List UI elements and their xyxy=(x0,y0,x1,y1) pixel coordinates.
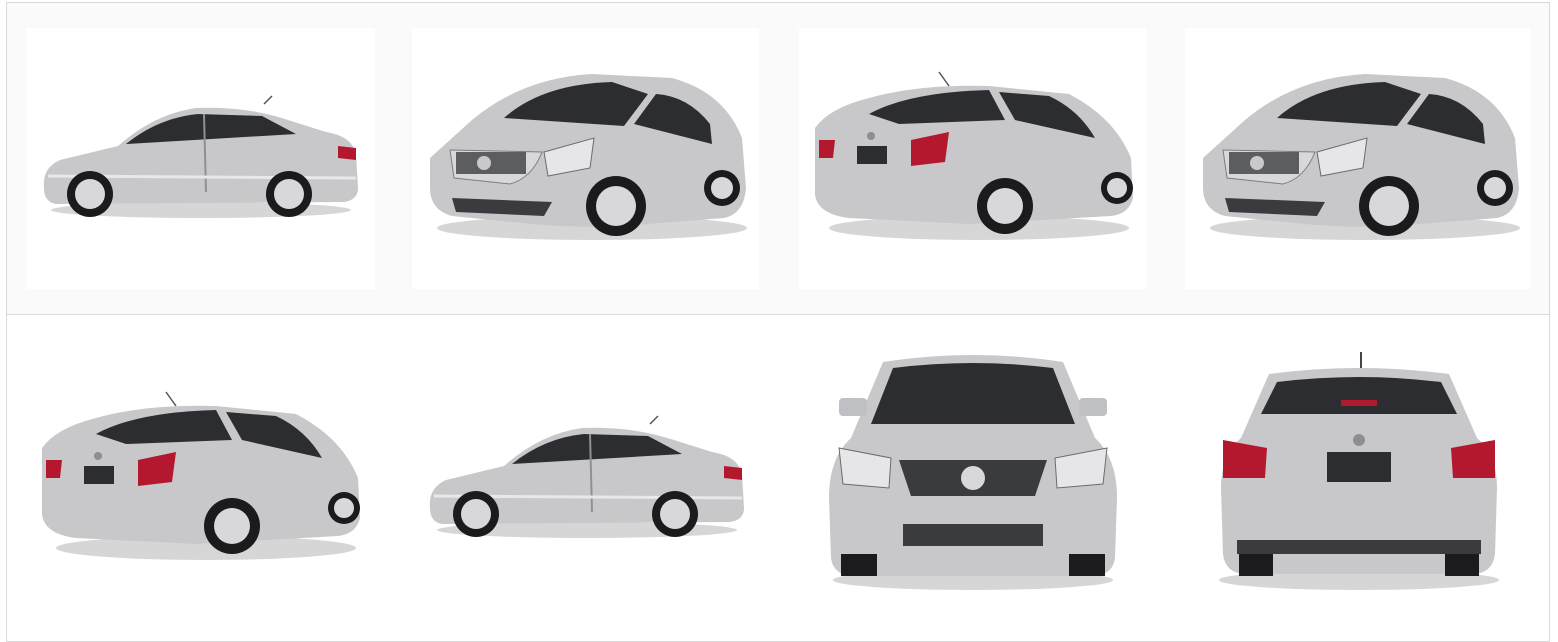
gallery-photo-8[interactable] xyxy=(1185,348,1530,598)
gallery-photo-1[interactable] xyxy=(26,28,375,289)
gallery-photo-2[interactable] xyxy=(412,28,759,289)
car-rear-angle-icon xyxy=(42,391,360,560)
gallery-photo-6[interactable] xyxy=(412,348,759,598)
gallery-photo-4[interactable] xyxy=(1185,28,1530,289)
gallery-photo-3[interactable] xyxy=(799,28,1146,289)
gallery-photo-7[interactable] xyxy=(799,348,1146,598)
car-side-icon xyxy=(429,415,744,538)
row-divider xyxy=(7,314,1549,315)
car-front-icon xyxy=(829,355,1117,590)
car-side-icon xyxy=(43,95,359,218)
photo-gallery xyxy=(6,2,1550,642)
car-rear-angle-icon xyxy=(815,71,1133,240)
car-rear-icon xyxy=(1219,352,1499,590)
car-front-angle-icon xyxy=(1203,74,1520,240)
gallery-photo-5[interactable] xyxy=(26,348,375,598)
car-front-angle-icon xyxy=(430,74,747,240)
